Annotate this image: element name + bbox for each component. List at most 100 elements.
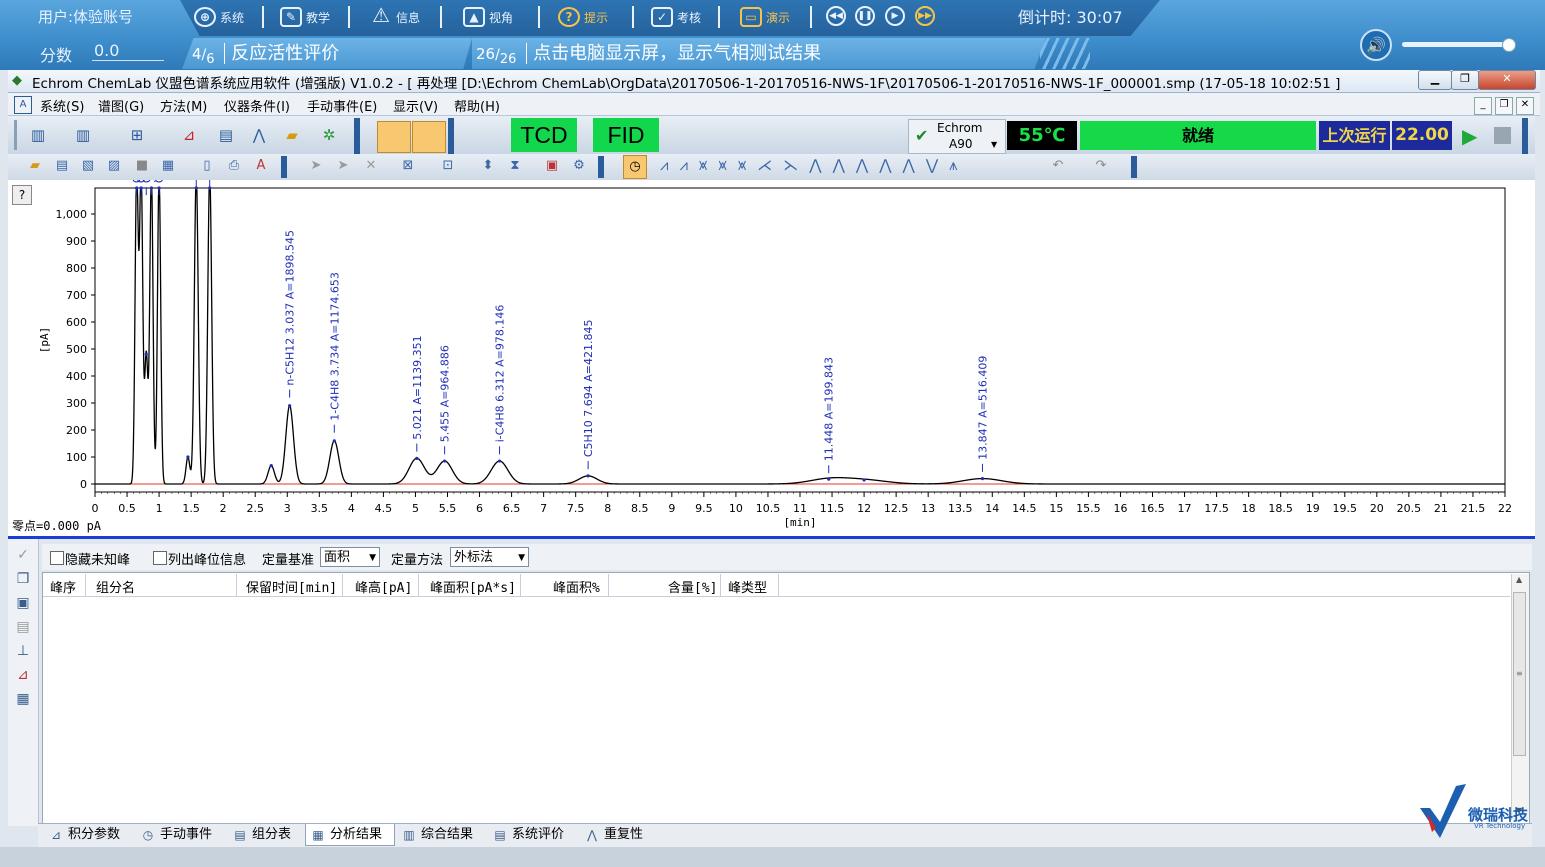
save-disk-icon[interactable]: ▣ xyxy=(13,593,33,613)
print-icon[interactable]: ⎙ xyxy=(224,156,244,176)
column-header-retention-time[interactable]: 保留时间[min] xyxy=(246,577,337,596)
splitter[interactable] xyxy=(8,536,1535,539)
pin-icon[interactable]: ➤ xyxy=(306,156,326,176)
volume-slider[interactable] xyxy=(1402,42,1508,47)
stop-icon[interactable] xyxy=(1494,127,1511,144)
column-header-peak-no[interactable]: 峰序 xyxy=(50,577,76,596)
menu-method[interactable]: 方法(M) xyxy=(160,96,207,115)
mdi-restore-button[interactable]: ❐ xyxy=(1495,97,1513,115)
undo-icon[interactable]: ↶ xyxy=(1048,156,1068,176)
manual-event-icon: ◷ xyxy=(142,828,154,842)
column-header-component[interactable]: 组分名 xyxy=(96,577,135,596)
nav-teaching-button[interactable]: ✎ 教学 xyxy=(280,4,330,30)
save-as-icon[interactable]: ▧ xyxy=(78,156,98,176)
ms-icon[interactable]: ▤ xyxy=(13,617,33,637)
instrument-icon[interactable]: ▤ xyxy=(215,124,237,146)
minimize-button[interactable]: ▁ xyxy=(1418,70,1452,90)
column-header-area-percent[interactable]: 峰面积% xyxy=(553,577,600,596)
channel1-icon[interactable]: ▥ xyxy=(27,124,49,146)
play-icon[interactable]: ▶ xyxy=(885,6,905,26)
report-icon[interactable]: A xyxy=(251,156,271,176)
unpin-icon[interactable]: ➤ xyxy=(333,156,353,176)
volume-icon[interactable]: 🔊 xyxy=(1360,29,1392,61)
redo-icon[interactable]: ↷ xyxy=(1091,156,1111,176)
nav-demo-button[interactable]: ▭ 演示 xyxy=(740,4,790,30)
curve-icon[interactable]: ⊿ xyxy=(13,665,33,685)
mdi-minimize-button[interactable]: _ xyxy=(1474,97,1492,115)
table-icon[interactable]: ▦ xyxy=(13,689,33,709)
pause-icon[interactable]: ❚❚ xyxy=(855,6,875,26)
vr-logo-icon xyxy=(1420,784,1466,838)
menu-system[interactable]: 系统(S) xyxy=(40,96,84,115)
export-icon[interactable]: ▨ xyxy=(104,156,124,176)
scrollbar-thumb[interactable]: ≡ xyxy=(1513,592,1526,756)
hide-unknown-checkbox[interactable] xyxy=(50,551,64,565)
column-header-peak-type[interactable]: 峰类型 xyxy=(728,577,767,596)
peak-edit-icons[interactable]: ⩘⩘⩙⩙⩙⋌⋋⋀⋀⋀⋀⋀⋁⩚ xyxy=(660,156,1140,176)
method-run-icon[interactable]: ✲ xyxy=(318,124,340,146)
check-icon[interactable]: ✓ xyxy=(13,545,33,565)
menu-instrument[interactable]: 仪器条件(I) xyxy=(224,96,290,115)
list-peak-info-checkbox[interactable] xyxy=(153,551,167,565)
tab-analysis-result[interactable]: ▦ 分析结果 xyxy=(305,824,395,846)
tab-repeatability[interactable]: ⋀ 重复性 xyxy=(580,824,656,846)
detector-fid-button[interactable]: FID xyxy=(593,118,659,152)
data-icon[interactable]: ▦ xyxy=(158,156,178,176)
column-header-peak-height[interactable]: 峰高[pA] xyxy=(355,577,412,596)
nav-hint-button[interactable]: ? 提示 xyxy=(558,4,608,30)
nav-exam-button[interactable]: ✓ 考核 xyxy=(651,4,701,30)
menu-help[interactable]: 帮助(H) xyxy=(454,96,500,115)
nav-view-button[interactable]: ▲ 视角 xyxy=(463,4,513,30)
window-tile-icon[interactable] xyxy=(377,121,411,153)
maximize-button[interactable]: ❐ xyxy=(1451,70,1479,90)
tab-manual-event[interactable]: ◷ 手动事件 xyxy=(136,824,226,846)
open-icon[interactable]: ▰ xyxy=(25,156,45,176)
clock-icon[interactable]: ◷ xyxy=(623,155,647,179)
rewind-icon[interactable]: ◀◀ xyxy=(826,6,846,26)
instrument-selector[interactable]: ✔ Echrom A90 ▼ xyxy=(908,119,1006,154)
import-icon[interactable]: ▤ xyxy=(52,156,72,176)
tab-system-evaluation[interactable]: ▤ 系统评价 xyxy=(488,824,578,846)
stop-square-icon[interactable]: ▣ xyxy=(542,156,562,176)
tab-integration-params[interactable]: ⊿ 积分参数 xyxy=(44,824,134,846)
detector-tcd-button[interactable]: TCD xyxy=(511,118,577,152)
tab-summary-result[interactable]: ▥ 综合结果 xyxy=(397,824,485,846)
quant-method-select[interactable]: 外标法 ▼ xyxy=(450,547,529,567)
chart-icon[interactable]: ⊿ xyxy=(178,124,200,146)
delete-icon[interactable]: ✕ xyxy=(361,156,381,176)
layout-icon[interactable]: ⊞ xyxy=(126,124,148,146)
copy-icon[interactable]: ❐ xyxy=(13,569,33,589)
fast-forward-icon[interactable]: ▶▶ xyxy=(915,6,935,26)
quant-basis-select[interactable]: 面积 ▼ xyxy=(320,547,380,567)
menu-chromatogram[interactable]: 谱图(G) xyxy=(98,96,144,115)
app-menu-icon[interactable]: A xyxy=(14,96,32,114)
scroll-up-icon[interactable]: ▲ xyxy=(1516,575,1522,584)
menu-display[interactable]: 显示(V) xyxy=(393,96,438,115)
calibration-icon[interactable]: ⊥ xyxy=(13,641,33,661)
column-header-content[interactable]: 含量[%] xyxy=(668,577,717,596)
window-split-icon[interactable] xyxy=(412,121,446,153)
x-tick-label: 10.5 xyxy=(756,502,781,515)
zoom-icon[interactable]: ⊠ xyxy=(398,156,418,176)
peaks-icon[interactable]: ⋀ xyxy=(248,124,270,146)
mdi-close-button[interactable]: ✕ xyxy=(1516,97,1534,115)
open-folder-icon[interactable]: ▰ xyxy=(281,124,303,146)
preview-icon[interactable]: ▯ xyxy=(197,156,217,176)
run-play-icon[interactable]: ▶ xyxy=(1462,124,1477,148)
column-separator xyxy=(778,574,779,596)
nav-info-button[interactable]: ⚠ 信息 xyxy=(370,4,420,30)
fit-icon[interactable]: ⊡ xyxy=(438,156,458,176)
menu-manual-event[interactable]: 手动事件(E) xyxy=(307,96,377,115)
nav-system-button[interactable]: ⊕ 系统 xyxy=(194,4,244,30)
hourglass-icon[interactable]: ⧗ xyxy=(505,156,525,176)
column-header-peak-area[interactable]: 峰面积[pA*s] xyxy=(430,577,516,596)
channel2-icon[interactable]: ▥ xyxy=(72,124,94,146)
tab-component-table[interactable]: ▤ 组分表 xyxy=(228,824,304,846)
settings-icon[interactable]: ⚙ xyxy=(569,156,589,176)
save-icon[interactable]: ■ xyxy=(132,156,152,176)
result-table[interactable] xyxy=(42,572,1530,824)
chromatogram-chart[interactable]: 01002003004005006007008009001,0000 0.5 1 1.… xyxy=(8,180,1535,536)
move-vertical-icon[interactable]: ⬍ xyxy=(478,156,498,176)
close-button[interactable]: ✕ xyxy=(1478,70,1536,90)
volume-slider-handle[interactable] xyxy=(1502,38,1516,52)
